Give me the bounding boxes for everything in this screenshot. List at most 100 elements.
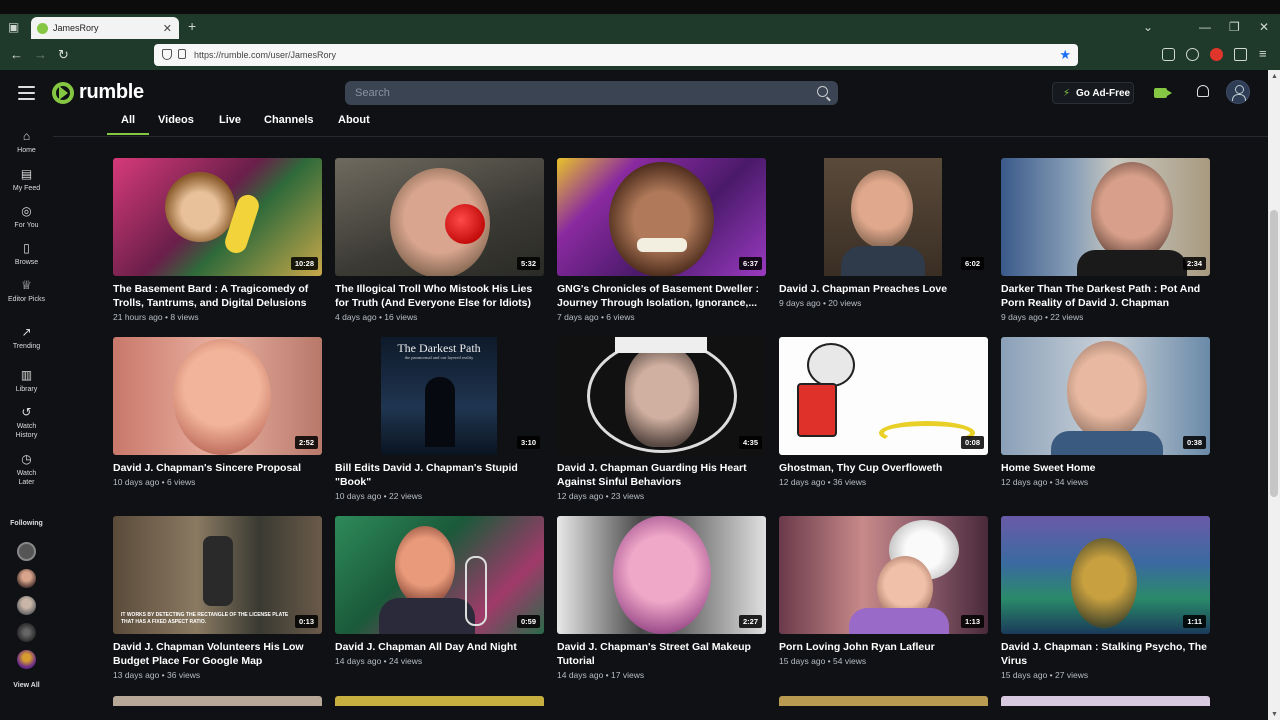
- browser-tab[interactable]: JamesRory ✕: [31, 17, 179, 39]
- video-thumbnail-partial[interactable]: [113, 696, 322, 706]
- minimize-icon[interactable]: —: [1199, 20, 1211, 34]
- video-title[interactable]: David J. Chapman All Day And Night: [335, 640, 544, 654]
- hoodie-image: [379, 598, 475, 634]
- restore-icon[interactable]: ❐: [1229, 20, 1240, 34]
- bookmark-star-icon[interactable]: ★: [1059, 47, 1071, 63]
- video-thumbnail[interactable]: 10:28: [113, 158, 322, 276]
- menu-icon[interactable]: ≡: [1259, 46, 1267, 61]
- followed-channel-avatar[interactable]: [17, 650, 36, 669]
- scroll-down-icon[interactable]: ▼: [1271, 711, 1278, 718]
- video-title[interactable]: David J. Chapman Volunteers His Low Budg…: [113, 640, 322, 668]
- notifications-bell-icon[interactable]: [1197, 85, 1209, 97]
- tab-list-icon[interactable]: ▣: [8, 20, 19, 34]
- close-window-icon[interactable]: ✕: [1259, 20, 1269, 34]
- tab-all[interactable]: All: [106, 114, 150, 135]
- video-thumbnail[interactable]: 0:59: [335, 516, 544, 634]
- screen-glare-image: [615, 337, 707, 353]
- sidebar-item-library[interactable]: ▥ Library: [0, 369, 53, 395]
- video-title[interactable]: GNG's Chronicles of Basement Dweller : J…: [557, 282, 766, 310]
- view-all-link[interactable]: View All: [0, 682, 53, 689]
- video-title[interactable]: Ghostman, Thy Cup Overfloweth: [779, 461, 988, 475]
- video-thumbnail-partial[interactable]: [335, 696, 544, 706]
- back-icon[interactable]: ←: [10, 47, 23, 62]
- followed-channel-avatar[interactable]: [17, 569, 36, 588]
- video-title[interactable]: Bill Edits David J. Chapman's Stupid "Bo…: [335, 461, 544, 489]
- ublock-icon[interactable]: [1210, 48, 1223, 61]
- video-thumbnail[interactable]: 5:32: [335, 158, 544, 276]
- video-title[interactable]: David J. Chapman : Stalking Psycho, The …: [1001, 640, 1210, 668]
- page-scrollbar[interactable]: ▲ ▼: [1268, 70, 1280, 720]
- shirt-image: [1051, 431, 1163, 455]
- shield-icon: [162, 49, 172, 60]
- tab-about[interactable]: About: [338, 114, 370, 126]
- video-duration: 6:37: [738, 257, 762, 270]
- new-tab-button[interactable]: +: [188, 18, 196, 34]
- video-thumbnail-partial[interactable]: [779, 696, 988, 706]
- forward-icon[interactable]: →: [34, 47, 47, 62]
- pocket-icon[interactable]: [1162, 48, 1175, 61]
- video-meta: 12 days ago • 36 views: [779, 477, 867, 487]
- sidebar-item-editor-picks[interactable]: ♕ Editor Picks: [0, 279, 53, 305]
- video-title[interactable]: David J. Chapman Preaches Love: [779, 282, 988, 296]
- tab-dropdown-icon[interactable]: ⌄: [1143, 20, 1153, 34]
- video-thumbnail[interactable]: 1:13: [779, 516, 988, 634]
- scroll-up-icon[interactable]: ▲: [1271, 73, 1278, 80]
- video-duration: 2:34: [1182, 257, 1206, 270]
- reload-icon[interactable]: ↻: [58, 47, 69, 63]
- upload-camera-icon[interactable]: [1154, 88, 1172, 98]
- search-input[interactable]: Search: [345, 81, 838, 105]
- video-thumbnail[interactable]: The Darkest Path the paranormal and our …: [335, 337, 544, 455]
- video-meta: 4 days ago • 16 views: [335, 312, 418, 322]
- user-avatar[interactable]: [1226, 80, 1250, 104]
- channel-tabs: All Videos Live Channels About: [53, 112, 1268, 137]
- sidebar-item-for-you[interactable]: ◎ For You: [0, 205, 53, 231]
- video-meta: 9 days ago • 22 views: [1001, 312, 1084, 322]
- video-thumbnail[interactable]: 2:34: [1001, 158, 1210, 276]
- account-icon[interactable]: [1186, 48, 1199, 61]
- address-bar[interactable]: https://rumble.com/user/JamesRory ★: [154, 44, 1078, 66]
- video-title[interactable]: David J. Chapman's Sincere Proposal: [113, 461, 322, 475]
- followed-channel-avatar[interactable]: [17, 623, 36, 642]
- video-thumbnail[interactable]: 4:35: [557, 337, 766, 455]
- tab-videos[interactable]: Videos: [158, 114, 194, 126]
- hamburger-menu-icon[interactable]: [18, 86, 35, 100]
- video-thumbnail[interactable]: 6:02: [779, 158, 988, 276]
- tab-channels[interactable]: Channels: [264, 114, 314, 126]
- sidebar-item-my-feed[interactable]: ▤ My Feed: [0, 168, 53, 194]
- video-thumbnail[interactable]: 2:52: [113, 337, 322, 455]
- video-thumbnail[interactable]: 6:37: [557, 158, 766, 276]
- video-thumbnail[interactable]: 0:08: [779, 337, 988, 455]
- search-icon[interactable]: [817, 86, 828, 97]
- video-title[interactable]: Darker Than The Darkest Path : Pot And P…: [1001, 282, 1210, 310]
- video-thumbnail[interactable]: 0:38: [1001, 337, 1210, 455]
- browser-tab-bar: ▣ JamesRory ✕ + ⌄ — ❐ ✕: [0, 0, 1280, 40]
- video-title[interactable]: The Basement Bard : A Tragicomedy of Tro…: [113, 282, 322, 310]
- hooded-figure-image: [425, 377, 455, 447]
- video-title[interactable]: The Illogical Troll Who Mistook His Lies…: [335, 282, 544, 310]
- video-thumbnail[interactable]: 2:27: [557, 516, 766, 634]
- scrollbar-thumb[interactable]: [1270, 210, 1278, 497]
- sidebar-item-trending[interactable]: ↗ Trending: [0, 326, 53, 352]
- video-title[interactable]: Porn Loving John Ryan Lafleur: [779, 640, 988, 654]
- sidebar-item-home[interactable]: ⌂ Home: [0, 130, 53, 156]
- go-ad-free-button[interactable]: ⚡ Go Ad-Free: [1052, 82, 1134, 104]
- video-title[interactable]: Home Sweet Home: [1001, 461, 1210, 475]
- video-thumbnail[interactable]: 1:11: [1001, 516, 1210, 634]
- lock-icon: [178, 49, 186, 59]
- video-meta: 14 days ago • 17 views: [557, 670, 645, 680]
- man-face-image: [1071, 538, 1137, 628]
- sidebar-item-watch-later[interactable]: ◷ Watch Later: [0, 453, 53, 487]
- extensions-icon[interactable]: [1234, 48, 1247, 61]
- sidebar-item-watch-history[interactable]: ↺ Watch History: [0, 406, 53, 440]
- followed-channel-avatar[interactable]: [17, 542, 36, 561]
- close-tab-icon[interactable]: ✕: [163, 22, 172, 35]
- video-thumbnail[interactable]: IT WORKS BY DETECTING THE RECTANGLE OF T…: [113, 516, 322, 634]
- rumble-logo-text[interactable]: rumble: [79, 81, 144, 104]
- video-thumbnail-partial[interactable]: [1001, 696, 1210, 706]
- sidebar-item-browse[interactable]: ▯ Browse: [0, 242, 53, 268]
- sidebar-item-label: Watch Later: [16, 470, 37, 486]
- video-title[interactable]: David J. Chapman Guarding His Heart Agai…: [557, 461, 766, 489]
- tab-live[interactable]: Live: [219, 114, 241, 126]
- video-title[interactable]: David J. Chapman's Street Gal Makeup Tut…: [557, 640, 766, 668]
- followed-channel-avatar[interactable]: [17, 596, 36, 615]
